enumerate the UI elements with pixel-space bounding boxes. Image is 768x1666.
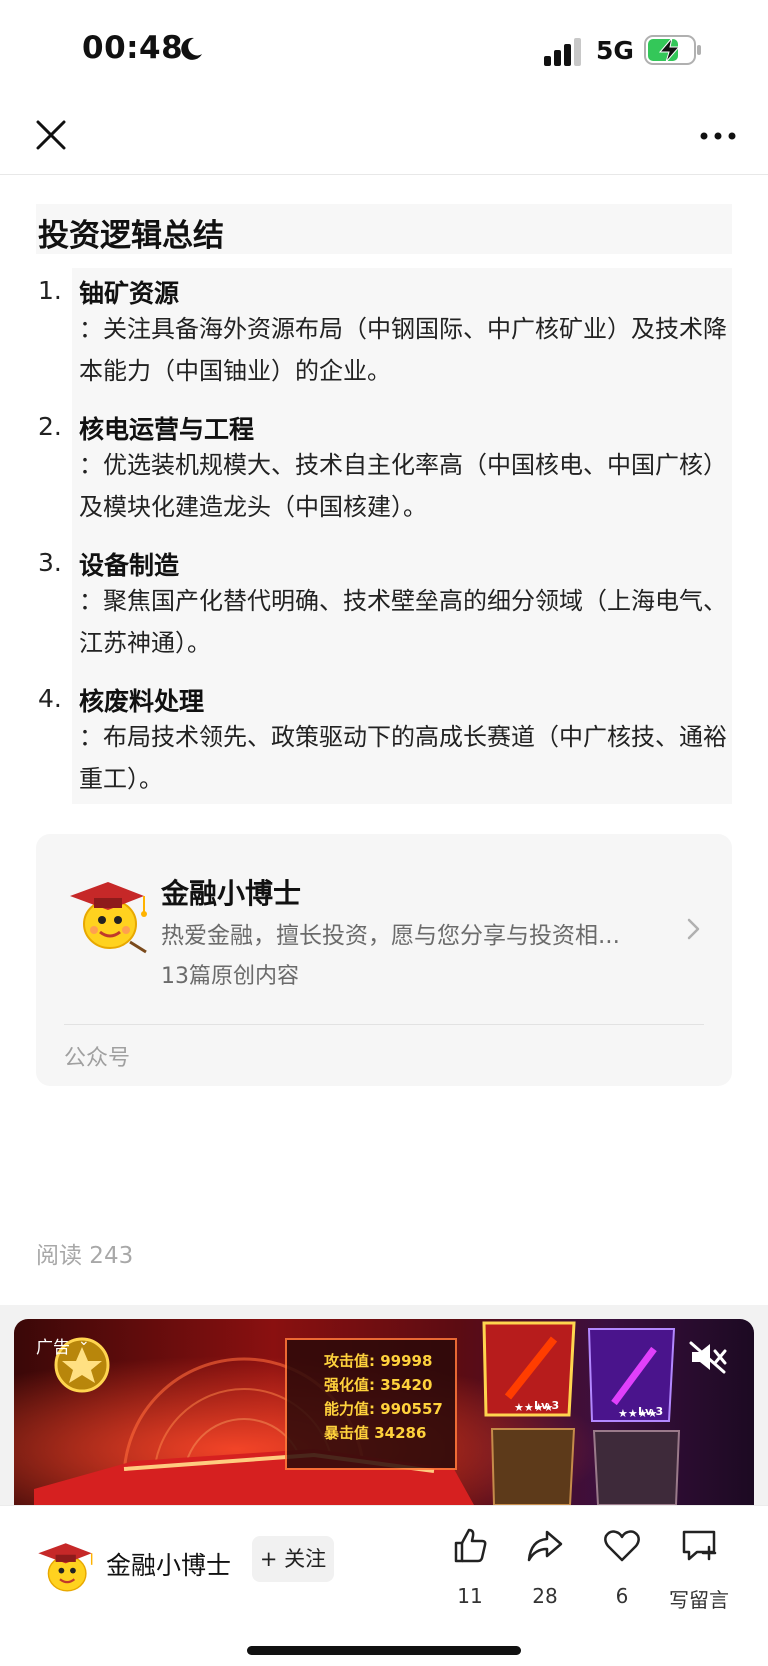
account-avatar: [70, 882, 147, 954]
list-item-number: 1.: [38, 276, 62, 305]
close-icon[interactable]: [30, 114, 72, 156]
ad-stat: 暴击值 34286: [324, 1424, 427, 1442]
moon-icon: [181, 37, 202, 60]
ad-stat: 攻击值: 99998: [324, 1352, 433, 1370]
bottom-action-bar: 金融小博士 + 关注 11 28 6 写留言: [0, 1505, 768, 1666]
list-item-title: 铀矿资源: [79, 279, 180, 308]
status-bar: 00:48 5G: [0, 0, 768, 100]
account-description: 热爱金融，擅长投资，愿与您分享与投资相...: [161, 923, 620, 949]
list-item-desc: ：聚焦国产化替代明确、技术壁垒高的细分领域（上海电气、江苏神通）。: [79, 587, 727, 657]
article-heading-block: 投资逻辑总结: [36, 204, 732, 254]
account-type-label: 公众号: [64, 1046, 131, 1071]
list-item-desc: ：优选装机规模大、技术自主化率高（中国核电、中国广核）及模块化建造龙头（中国核建…: [79, 451, 727, 521]
more-options-icon[interactable]: [696, 118, 740, 154]
list-item-number: 4.: [38, 684, 62, 713]
author-name[interactable]: 金融小博士: [106, 1546, 231, 1582]
comment-label: 写留言: [669, 1588, 729, 1612]
list-item-desc: ：关注具备海外资源布局（中钢国际、中广核矿业）及技术降本能力（中国铀业）的企业。: [79, 315, 727, 385]
list-item-number: 3.: [38, 548, 62, 577]
battery-charging-icon: [644, 35, 701, 65]
chevron-right-icon: [687, 918, 700, 940]
card-divider: [64, 1024, 704, 1025]
chevron-down-icon[interactable]: ⌄: [78, 1333, 90, 1349]
list-item-title: 核废料处理: [79, 687, 205, 716]
home-indicator: [247, 1646, 521, 1655]
top-nav-bar: [0, 100, 768, 175]
share-icon: [527, 1530, 563, 1562]
read-count: 阅读 243: [36, 1243, 134, 1269]
network-type: 5G: [596, 36, 634, 65]
mute-icon[interactable]: [688, 1339, 728, 1375]
status-time: 00:48: [82, 30, 184, 66]
comment-button[interactable]: 写留言: [654, 1526, 744, 1616]
list-item-desc: ：布局技术领先、政策驱动下的高成长赛道（中广核技、通裕重工）。: [79, 723, 727, 793]
ad-stat: 能力值: 990557: [324, 1400, 443, 1418]
comment-add-icon: [682, 1530, 717, 1561]
ad-label[interactable]: 广告: [36, 1333, 70, 1358]
ad-badge: Lv.3: [638, 1405, 664, 1418]
ad-banner[interactable]: ★★★★ ★★★★ 广告 ⌄ 攻击值: 99998 强化值: 35420 能力值…: [14, 1319, 754, 1505]
follow-button[interactable]: + 关注: [252, 1536, 334, 1582]
author-avatar[interactable]: [34, 1536, 96, 1598]
ad-badge: Lv.3: [534, 1399, 560, 1412]
thumbs-up-icon: [454, 1528, 487, 1563]
ad-section: ★★★★ ★★★★ 广告 ⌄ 攻击值: 99998 强化值: 35420 能力值…: [0, 1305, 768, 1505]
account-card[interactable]: 金融小博士 热爱金融，擅长投资，愿与您分享与投资相... 13篇原创内容 公众号: [36, 834, 732, 1086]
ad-stat: 强化值: 35420: [324, 1376, 433, 1394]
ad-stats: 攻击值: 99998 强化值: 35420 能力值: 990557 暴击值 34…: [302, 1349, 472, 1473]
account-article-count: 13篇原创内容: [161, 964, 299, 989]
list-item-title: 核电运营与工程: [79, 415, 255, 444]
account-name: 金融小博士: [161, 877, 302, 910]
heart-icon: [604, 1530, 640, 1562]
signal-icon: [544, 38, 581, 66]
list-item-number: 2.: [38, 412, 62, 441]
list-item-title: 设备制造: [79, 551, 180, 580]
article-heading: 投资逻辑总结: [38, 218, 224, 254]
